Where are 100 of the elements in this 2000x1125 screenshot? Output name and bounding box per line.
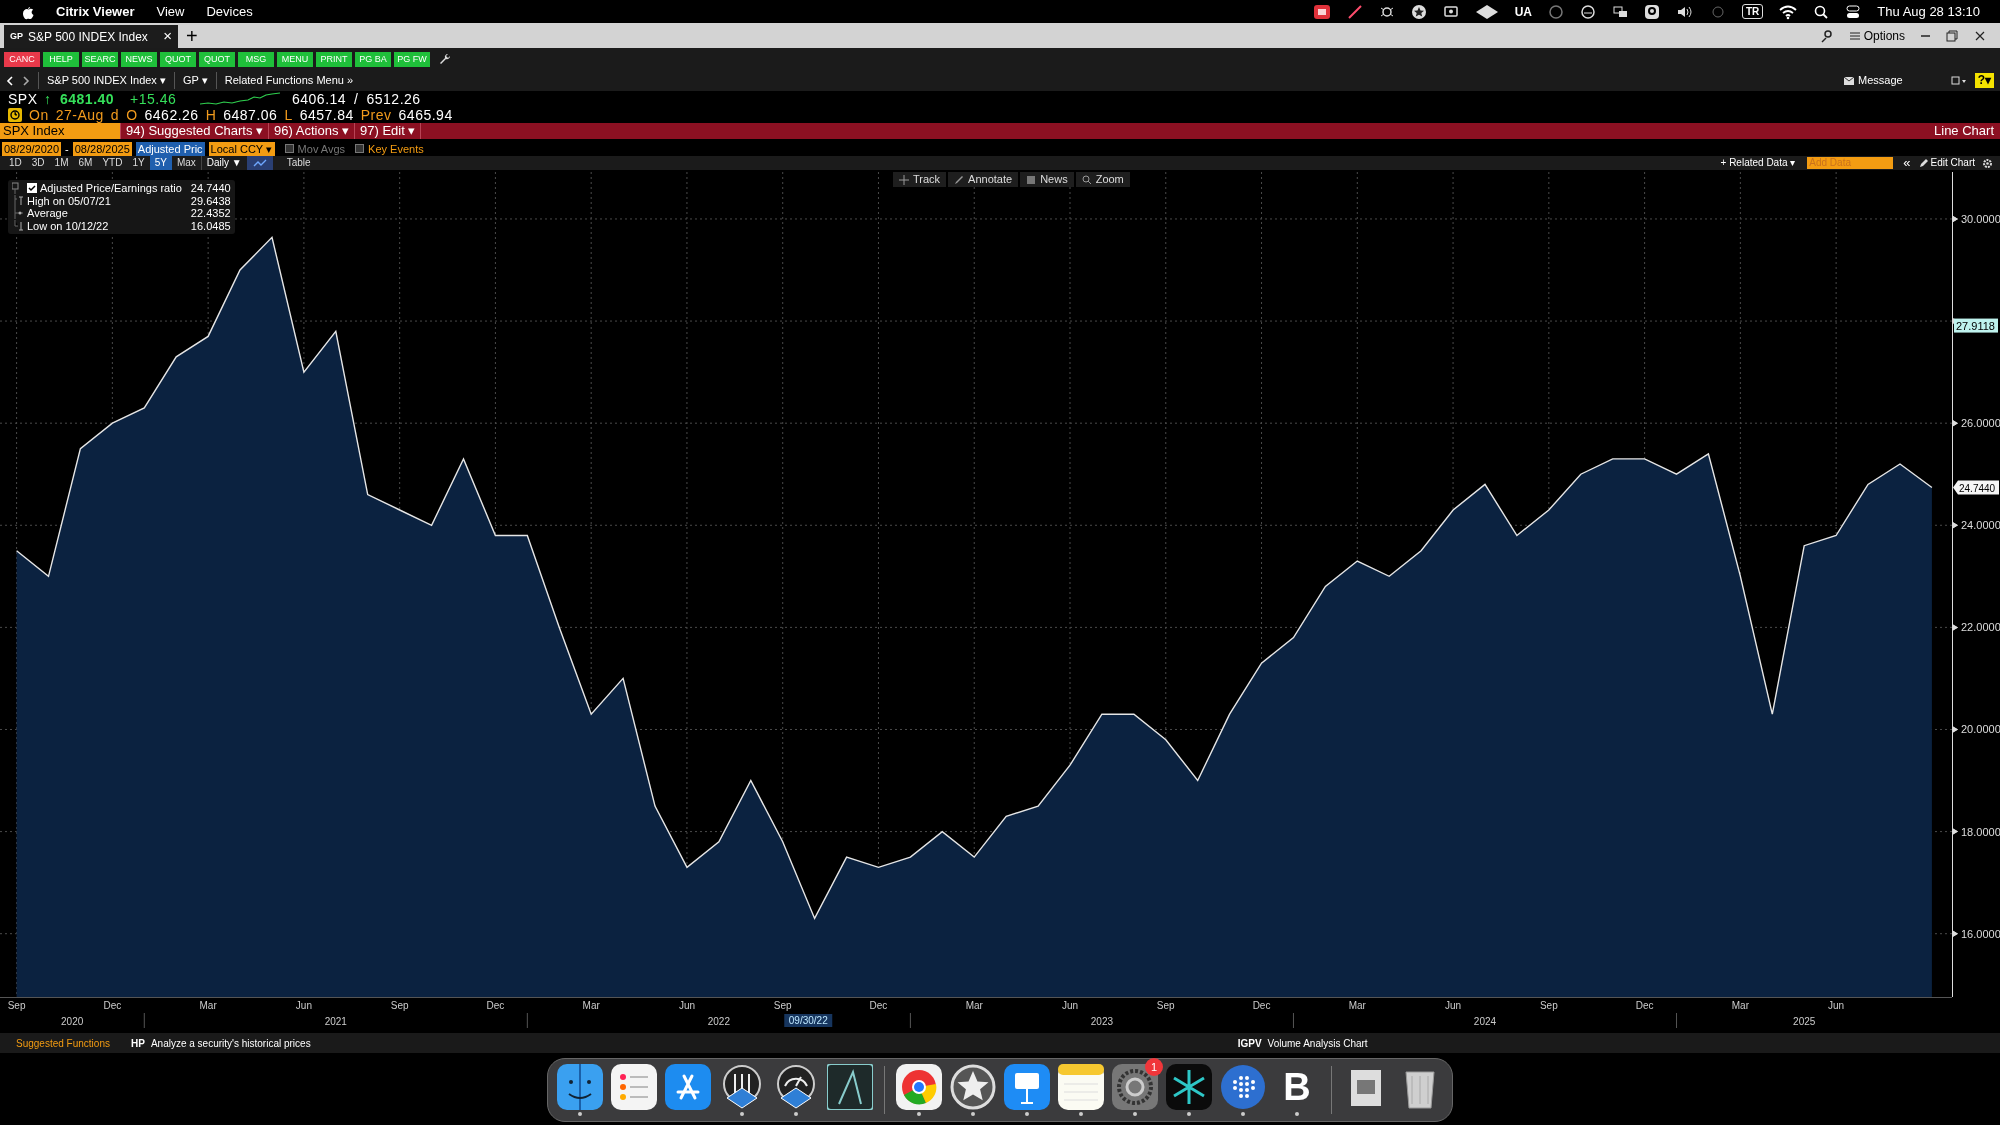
suggested-function-link[interactable]: HP Analyze a security's historical prices xyxy=(131,1035,311,1051)
checklist-icon[interactable] xyxy=(611,1064,657,1110)
date-field[interactable]: 08/29/2020 xyxy=(2,141,62,156)
chart-tool-button[interactable]: Track xyxy=(893,172,947,187)
status-label: TR xyxy=(1742,4,1764,19)
close-icon xyxy=(1974,29,1986,42)
peak-icon[interactable] xyxy=(827,1064,873,1110)
year-label: 2025 xyxy=(1793,1016,1816,1027)
notepad-icon[interactable] xyxy=(1058,1064,1104,1110)
x-tick-label: Sep xyxy=(7,1000,26,1011)
toolbar-menu[interactable]: 94) Suggested Charts ▾ xyxy=(120,123,269,139)
range-low: 6406.14 xyxy=(292,91,347,107)
field-dropdown[interactable]: Adjusted Pric xyxy=(135,141,205,156)
y-tick-label: 22.0000 xyxy=(1961,621,2000,634)
suggested-function-link[interactable]: IGPV Volume Analysis Chart xyxy=(1237,1035,1368,1051)
line-chart-icon xyxy=(252,158,267,168)
options-menu[interactable]: Options xyxy=(1849,26,1905,45)
monitor-icon xyxy=(1442,3,1459,20)
search-icon xyxy=(1813,3,1830,20)
period-tab[interactable]: 5Y xyxy=(149,156,172,170)
app-menu[interactable]: Citrix Viewer xyxy=(56,1,135,22)
smiling-face-icon[interactable] xyxy=(557,1064,603,1110)
currency-dropdown[interactable]: Local CCY ▾ xyxy=(208,141,275,156)
slash-icon xyxy=(1346,3,1363,20)
quote-date: 27-Aug xyxy=(55,107,104,123)
date-suffix: d xyxy=(110,107,120,123)
chart-type-label: Line Chart xyxy=(1934,123,1995,139)
x-tick-label: Mar xyxy=(1731,1000,1749,1011)
document-tab[interactable]: GP S&P 500 INDEX Index × xyxy=(4,25,178,48)
period-tab[interactable]: 3D xyxy=(26,156,50,170)
option-label[interactable]: Key Events xyxy=(368,141,424,156)
chart-tool-button[interactable]: Annotate xyxy=(948,172,1019,187)
chart-tool-button[interactable]: Zoom xyxy=(1075,172,1130,187)
on-label: On xyxy=(29,107,49,123)
wifi-icon xyxy=(1779,3,1798,20)
collapse-button[interactable]: « xyxy=(1899,156,1915,170)
dot-grid-icon[interactable] xyxy=(1220,1064,1266,1110)
year-label: 2022 xyxy=(707,1016,730,1027)
low-label: L xyxy=(284,107,293,123)
ticker: SPX xyxy=(8,91,39,107)
letter-a-icon[interactable] xyxy=(665,1064,711,1110)
clock: Thu Aug 28 13:10 xyxy=(1877,2,1980,21)
period-tab[interactable]: 1D xyxy=(4,156,27,170)
x-tick-label: Jun xyxy=(678,1000,695,1011)
help-button[interactable]: ?▾ xyxy=(1974,73,1994,88)
high-label: H xyxy=(205,107,217,123)
year-label: 2020 xyxy=(61,1016,84,1027)
frequency-dropdown[interactable]: Daily ▼ xyxy=(200,156,247,170)
range-separator: / xyxy=(354,91,359,107)
toggles-icon xyxy=(1845,3,1862,20)
x-tick-label: Jun xyxy=(1445,1000,1462,1011)
x-tick-label: Jun xyxy=(1828,1000,1845,1011)
checkbox[interactable] xyxy=(27,183,37,194)
crosshair-date-label: 09/30/22 xyxy=(784,1014,833,1027)
period-tab[interactable]: 1M xyxy=(49,156,74,170)
chart-tool-button[interactable]: News xyxy=(1020,172,1074,187)
security-title: SPX Index xyxy=(0,123,120,139)
period-tab[interactable]: 6M xyxy=(73,156,98,170)
function-code-label: GP xyxy=(10,29,23,43)
settings-icon xyxy=(1982,157,1993,169)
period-tab[interactable]: Max xyxy=(171,156,201,170)
option-label[interactable]: Mov Avgs xyxy=(297,141,346,156)
related-functions-menu[interactable]: Related Functions Menu » xyxy=(215,72,354,89)
presentation-icon[interactable] xyxy=(1004,1064,1050,1110)
function-key[interactable]: CANC xyxy=(4,51,40,67)
crosshair-value-label: 27.9118 xyxy=(1954,318,1998,333)
back-icon xyxy=(6,75,14,86)
close-tab-button[interactable]: × xyxy=(163,25,172,48)
app-status-icon xyxy=(1312,3,1331,20)
x-tick-label: Dec xyxy=(103,1000,122,1011)
year-label: 2024 xyxy=(1473,1016,1497,1027)
forward-icon xyxy=(22,75,30,86)
checkbox[interactable] xyxy=(355,144,365,153)
period-tab[interactable]: YTD xyxy=(97,156,128,170)
related-data-menu[interactable]: + Related Data ▾ xyxy=(1714,156,1802,170)
security-dropdown[interactable]: S&P 500 INDEX Index ▾ xyxy=(38,72,166,89)
toolbar-menu[interactable]: 97) Edit ▾ xyxy=(354,123,421,139)
x-tick-label: Jun xyxy=(1061,1000,1079,1011)
checkbox[interactable] xyxy=(284,144,294,153)
ring-logo-icon[interactable] xyxy=(896,1064,942,1110)
menu-item[interactable]: Devices xyxy=(206,1,253,22)
spark-icon[interactable] xyxy=(1166,1064,1212,1110)
message-button[interactable]: Message xyxy=(1844,72,1903,89)
letter-app-icon[interactable]: B xyxy=(1274,1064,1320,1110)
function-dropdown[interactable]: GP ▾ xyxy=(173,72,208,89)
menu-item[interactable]: View xyxy=(156,1,185,22)
x-tick-label: Jun xyxy=(295,1000,312,1011)
circle-icon xyxy=(1710,3,1726,20)
new-tab-button[interactable]: + xyxy=(186,24,198,48)
legend-label: High on 05/07/21 xyxy=(27,194,112,207)
x-tick-label: Dec xyxy=(869,1000,888,1011)
toolbar-menu[interactable]: 96) Actions ▾ xyxy=(268,123,354,139)
date-field[interactable]: 08/28/2025 xyxy=(72,141,132,156)
table-view-button[interactable]: Table xyxy=(280,156,317,170)
gear-icon[interactable] xyxy=(1112,1064,1158,1110)
chart-view-button[interactable] xyxy=(246,156,273,170)
minimize-icon xyxy=(1921,34,1930,37)
high-marker-icon xyxy=(12,194,24,207)
period-tab[interactable]: 1Y xyxy=(127,156,150,170)
edit-chart-button[interactable]: Edit Chart xyxy=(1914,156,1979,170)
